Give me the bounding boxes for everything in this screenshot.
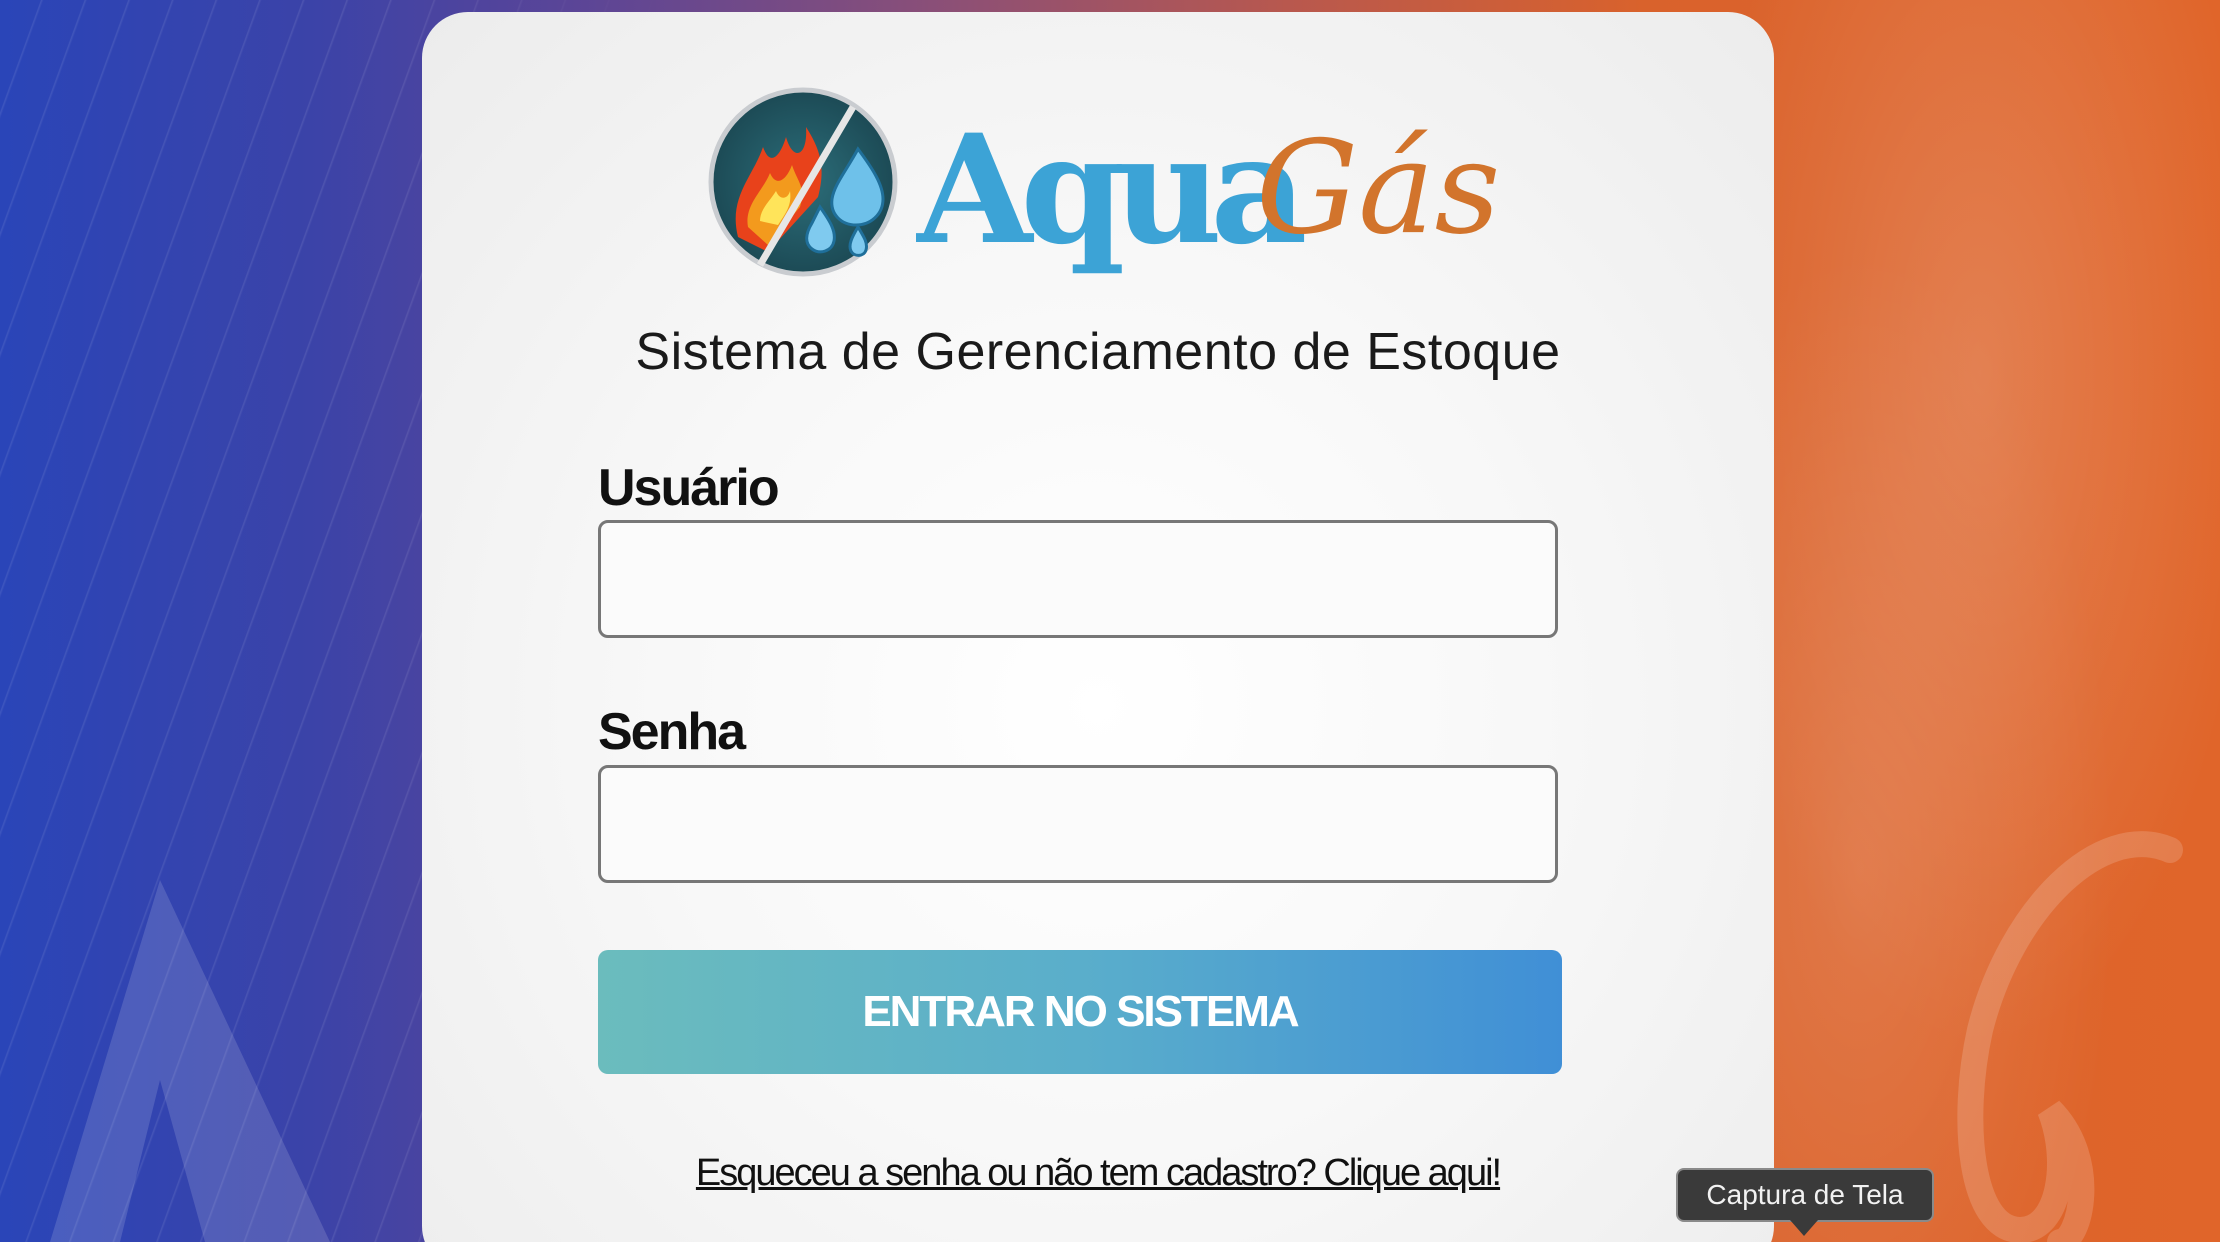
- login-card: Aqua Gás Sistema de Gerenciamento de Est…: [422, 12, 1774, 1242]
- password-label: Senha: [598, 703, 746, 761]
- login-page: Aqua Gás Sistema de Gerenciamento de Est…: [0, 0, 2220, 1242]
- tooltip-arrow: [1790, 1220, 1818, 1236]
- username-input[interactable]: [598, 520, 1558, 638]
- username-label: Usuário: [598, 459, 780, 517]
- logo-aqua-text: Aqua: [916, 102, 1304, 278]
- background-g-watermark: [1957, 831, 2183, 1242]
- screenshot-tooltip: Captura de Tela: [1676, 1168, 1934, 1222]
- forgot-password-link[interactable]: Esqueceu a senha ou não tem cadastro? Cl…: [422, 1152, 1774, 1195]
- background-a-watermark: [50, 880, 330, 1242]
- aquagas-wordmark: Aqua Gás: [916, 102, 1496, 278]
- fire-water-emblem-icon: [708, 87, 898, 277]
- login-submit-button[interactable]: ENTRAR NO SISTEMA: [598, 950, 1562, 1074]
- password-input[interactable]: [598, 765, 1558, 883]
- page-subtitle: Sistema de Gerenciamento de Estoque: [635, 323, 1561, 381]
- logo-gas-text: Gás: [1256, 114, 1496, 263]
- aquagas-logo: Aqua Gás: [708, 72, 1496, 302]
